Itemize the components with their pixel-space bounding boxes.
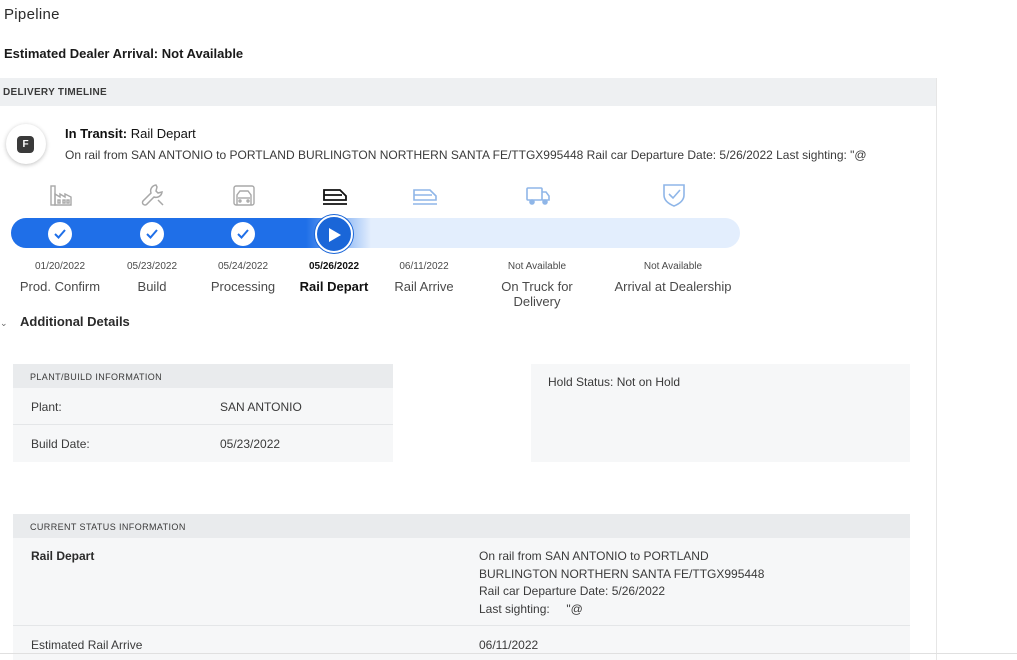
rail-car-icon xyxy=(323,189,347,205)
current-status-header: CURRENT STATUS INFORMATION xyxy=(13,514,910,538)
build-date-row: Build Date: 05/23/2022 xyxy=(13,425,393,462)
factory-icon xyxy=(50,185,72,206)
play-icon xyxy=(329,228,341,242)
hold-status-box: Hold Status: Not on Hold xyxy=(531,364,910,462)
current-status-value: On rail from SAN ANTONIO to PORTLAND BUR… xyxy=(479,548,764,618)
plant-build-header: PLANT/BUILD INFORMATION xyxy=(13,364,393,388)
build-date-value: 05/23/2022 xyxy=(220,437,281,451)
estimated-rail-arrive-value: 06/11/2022 xyxy=(479,638,539,652)
current-step-marker xyxy=(315,215,353,253)
step-label: Arrival at Dealership xyxy=(614,279,732,294)
status-description: On rail from SAN ANTONIO to PORTLAND BUR… xyxy=(65,148,867,162)
rail-arrive-icon xyxy=(413,189,437,205)
hold-status-text: Hold Status: Not on Hold xyxy=(548,375,681,389)
additional-details-label: Additional Details xyxy=(20,314,130,329)
status-line: Rail car Departure Date: 5/26/2022 xyxy=(479,584,666,598)
status-value: Rail Depart xyxy=(130,126,196,141)
plant-value: SAN ANTONIO xyxy=(220,400,302,414)
badge-letter: F xyxy=(17,136,34,153)
pipeline-title: Pipeline xyxy=(4,6,60,23)
status-line: On rail from SAN ANTONIO to PORTLAND xyxy=(479,549,709,563)
step-check xyxy=(231,222,255,246)
additional-details-toggle[interactable]: ⌄ Additional Details xyxy=(0,314,130,329)
processing-icon xyxy=(233,185,255,206)
step-label: Rail Arrive xyxy=(394,279,454,294)
step-check xyxy=(48,222,72,246)
step-date: 06/11/2022 xyxy=(399,261,449,272)
plant-build-info: PLANT/BUILD INFORMATION Plant: SAN ANTON… xyxy=(13,364,393,462)
truck-icon xyxy=(526,187,550,205)
build-date-label: Build Date: xyxy=(31,437,90,451)
status-line: BURLINGTON NORTHERN SANTA FE/TTGX995448 xyxy=(479,566,765,581)
check-icon xyxy=(54,229,66,239)
plant-label: Plant: xyxy=(31,400,62,414)
step-date: Not Available xyxy=(507,261,567,272)
chevron-down-icon: ⌄ xyxy=(0,318,8,328)
delivery-timeline-header: DELIVERY TIMELINE xyxy=(0,78,936,106)
bottom-divider xyxy=(0,653,1017,654)
check-icon xyxy=(237,229,249,239)
estimated-dealer-arrival: Estimated Dealer Arrival: Not Available xyxy=(4,46,243,61)
estimated-rail-arrive-label: Estimated Rail Arrive xyxy=(31,638,143,652)
step-label: On Truck for Delivery xyxy=(501,279,573,309)
current-status-row: Rail Depart On rail from SAN ANTONIO to … xyxy=(13,538,910,626)
plant-row: Plant: SAN ANTONIO xyxy=(13,388,393,425)
status-prefix: In Transit: xyxy=(65,126,128,141)
eta-label: Estimated Dealer Arrival: xyxy=(4,46,159,61)
status-title: In Transit: Rail Depart xyxy=(65,126,196,141)
step-date: Not Available xyxy=(643,261,703,272)
current-status-info: CURRENT STATUS INFORMATION Rail Depart O… xyxy=(13,514,910,660)
progress-track xyxy=(11,218,740,248)
step-check xyxy=(140,222,164,246)
eta-value: Not Available xyxy=(161,46,244,61)
status-line: Last sighting: "@ xyxy=(479,601,583,616)
delivery-timeline-card: DELIVERY TIMELINE F In Transit: Rail Dep… xyxy=(0,78,937,660)
check-icon xyxy=(146,229,158,239)
estimated-rail-arrive-row: Estimated Rail Arrive 06/11/2022 xyxy=(13,626,910,660)
shield-check-icon xyxy=(663,184,685,207)
wrench-icon xyxy=(141,184,164,206)
status-badge: F xyxy=(6,124,46,164)
current-status-label: Rail Depart xyxy=(31,549,95,563)
